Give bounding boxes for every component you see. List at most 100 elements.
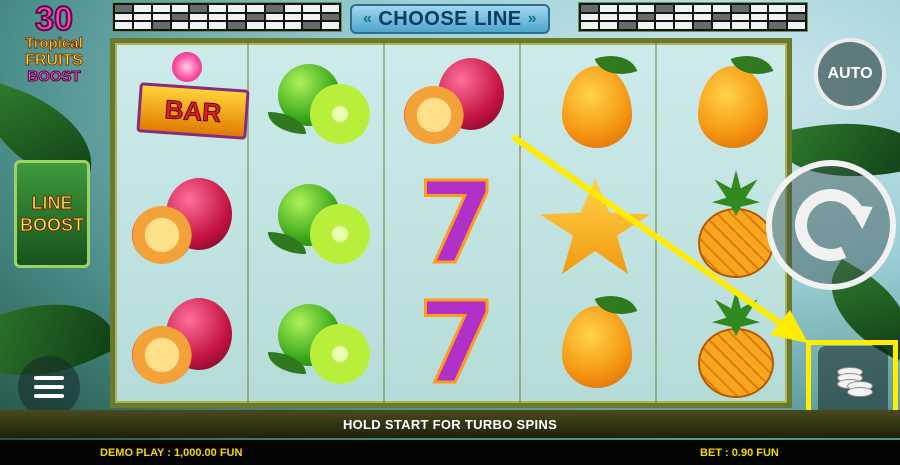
bet-amount: BET : 0.90 FUN [700,446,779,459]
reel-1: BAR [115,43,250,403]
payline-cell [712,22,730,29]
line-boost-button[interactable]: LINE BOOST [14,160,90,268]
payline-cell [618,22,636,29]
payline-cell [303,22,321,29]
hamburger-menu-icon [34,376,64,380]
payline-indicator-right [578,2,808,32]
reel-2 [251,43,385,403]
payline-cell [731,22,749,29]
logo-line-fruits: FRUITS [25,52,84,70]
payline-cell [694,5,711,12]
game-logo: 30 Tropical FRUITS BOOST [4,0,104,102]
passion-fruit-half-icon [132,206,192,264]
passion-fruit-half-icon [404,86,464,144]
payline-cell [209,13,226,21]
payline-cell [190,13,208,21]
symbol-mango [523,283,657,403]
demo-play-balance: DEMO PLAY : 1,000.00 FUN [100,446,243,459]
symbol-seven: 7 [387,163,521,283]
auto-spin-button[interactable]: AUTO [814,38,886,110]
payline-cell [750,13,768,21]
payline-cell [788,5,805,12]
mango-icon [562,306,632,388]
payline-cell [731,5,749,12]
symbol-passion-fruit [387,43,521,163]
payline-cell [694,22,711,29]
payline-cell [171,22,189,29]
logo-line-tropical: Tropical [25,35,84,52]
payline-cell [246,22,264,29]
payline-cell [171,13,189,21]
payline-cell [581,5,598,12]
double-chevron-left-icon: « [362,10,373,27]
symbol-bar: BAR [115,43,250,163]
spin-button[interactable] [766,160,896,290]
hold-turbo-message: HOLD START FOR TURBO SPINS [342,416,558,432]
payline-cell [133,5,151,12]
pineapple-icon [698,208,774,278]
payline-cell [731,13,749,21]
payline-cell [115,22,132,29]
pineapple-crown-icon [712,170,760,216]
double-chevron-right-icon: » [527,10,538,27]
logo-number: 30 [34,0,74,38]
payline-indicator-left [112,2,342,32]
symbol-lime [251,163,385,283]
payline-cell [769,22,787,29]
symbol-seven: 7 [387,283,521,403]
payline-cell [284,5,302,12]
payline-cell [599,5,617,12]
menu-button[interactable] [18,356,80,418]
payline-cell [303,5,321,12]
hibiscus-flower-icon [172,52,202,82]
symbol-lime [251,43,385,163]
pineapple-icon [698,328,774,398]
payline-cell [750,5,768,12]
payline-cell [152,13,170,21]
footer-bar: DEMO PLAY : 1,000.00 FUN BET : 0.90 FUN [0,440,900,465]
payline-cell [675,13,692,21]
symbol-mango [523,43,657,163]
lime-slice-icon [310,84,370,144]
symbol-pineapple [659,283,793,403]
payline-cell [322,13,339,21]
symbol-star-fruit [523,163,657,283]
payline-cell [322,22,339,29]
passion-fruit-half-icon [132,326,192,384]
symbol-mango [659,43,793,163]
line-boost-label-1: LINE [31,193,73,214]
lime-slice-icon [310,324,370,384]
payline-cell [637,5,655,12]
reel-3: 7 7 [387,43,521,403]
payline-cell [618,13,636,21]
payline-cell [284,22,302,29]
lime-slice-icon [310,204,370,264]
payline-cell [788,22,805,29]
payline-cell [115,13,132,21]
payline-cell [209,5,226,12]
payline-cell [675,5,692,12]
payline-cell [637,22,655,29]
payline-cell [769,5,787,12]
payline-cell [750,22,768,29]
payline-cell [712,5,730,12]
payline-cell [152,22,170,29]
payline-cell [228,22,245,29]
payline-cell [581,13,598,21]
symbol-lime [251,283,385,403]
reel-frame: BAR 7 7 [110,38,792,408]
payline-cell [769,13,787,21]
payline-cell [171,5,189,12]
payline-cell [712,13,730,21]
symbol-passion-fruit [115,283,249,403]
payline-cell [694,13,711,21]
choose-line-button[interactable]: « CHOOSE LINE » [350,4,550,34]
payline-cell [228,13,245,21]
payline-cell [656,5,674,12]
payline-cell [228,5,245,12]
payline-cell [303,13,321,21]
logo-line-boost: BOOST [27,68,81,85]
payline-cell [152,5,170,12]
line-boost-label-2: BOOST [19,215,84,236]
payline-cell [265,5,283,12]
